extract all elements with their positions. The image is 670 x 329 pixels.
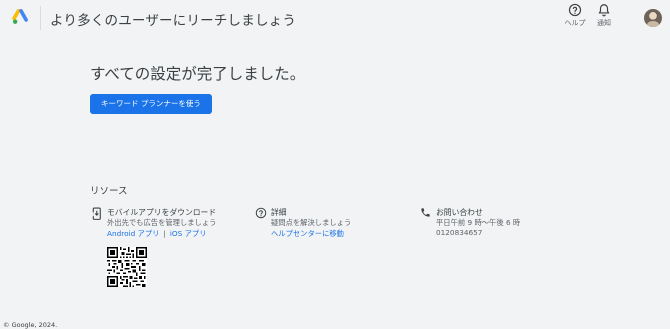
android-app-link[interactable]: Android アプリ (107, 229, 159, 238)
keyword-planner-button[interactable]: キーワード プランナーを使う (90, 94, 212, 114)
notifications-label: 通知 (597, 19, 611, 27)
ios-app-link[interactable]: iOS アプリ (170, 229, 207, 238)
help-button[interactable]: ヘルプ (560, 3, 590, 28)
details-subtitle: 疑問点を解決しましょう (271, 218, 352, 227)
contact-hours: 平日午前 9 時～午後 6 時 (436, 218, 521, 227)
footer-copyright: © Google, 2024. (3, 321, 58, 329)
header-divider (40, 6, 41, 30)
phone-download-icon (91, 207, 101, 220)
help-label: ヘルプ (564, 19, 586, 27)
mobile-app-title: モバイルアプリをダウンロード (107, 208, 217, 217)
notifications-button[interactable]: 通知 (589, 3, 619, 28)
help-center-link[interactable]: ヘルプセンターに移動 (271, 229, 344, 238)
phone-icon (421, 208, 430, 217)
link-separator: | (163, 229, 166, 238)
completion-heading: すべての設定が完了しました。 (90, 65, 306, 83)
avatar[interactable] (644, 9, 662, 27)
app-download-qr-code (107, 247, 147, 287)
help-circle-icon (568, 3, 582, 17)
page-title: より多くのユーザーにリーチしましょう (50, 13, 297, 29)
details-title: 詳細 (271, 208, 287, 217)
google-ads-logo[interactable] (12, 9, 30, 25)
contact-phone: 0120834657 (436, 228, 483, 237)
top-header: より多くのユーザーにリーチしましょう ヘルプ 通知 (0, 0, 670, 36)
resources-heading: リソース (90, 186, 128, 197)
bell-icon (598, 4, 610, 17)
mobile-app-subtitle: 外出先でも広告を管理しましょう (107, 218, 217, 227)
contact-title: お問い合わせ (436, 208, 483, 217)
help-circle-icon (255, 207, 267, 219)
